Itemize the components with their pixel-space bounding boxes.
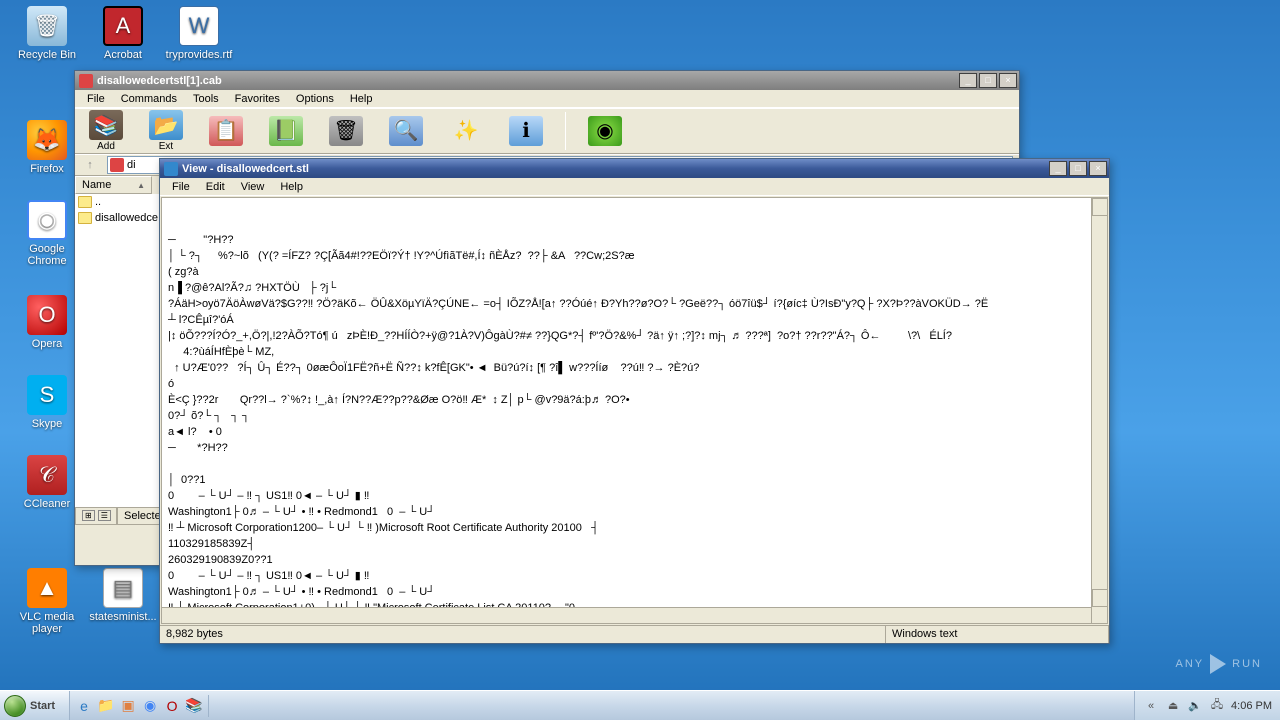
desktop-icon-skype[interactable]: SSkype <box>12 375 82 430</box>
desktop-icon-opera[interactable]: OOpera <box>12 295 82 350</box>
menu-help[interactable]: Help <box>342 91 381 107</box>
archive-icon <box>110 158 124 172</box>
clock[interactable]: 4:06 PM <box>1231 700 1272 712</box>
folder-icon <box>78 212 92 224</box>
tray-safely-remove-icon[interactable]: ⏏ <box>1165 698 1181 714</box>
quicklaunch-explorer[interactable]: 📁 <box>96 695 116 717</box>
opera-icon: O <box>27 295 67 335</box>
test-icon: 📋 <box>209 116 243 146</box>
desktop-icon-acrobat[interactable]: AAcrobat <box>88 6 158 61</box>
taskbar: Start e📁▣◉O📚 « ⏏ 🔈 🖧 4:06 PM <box>0 690 1280 720</box>
tryprovides-rtf-icon: W <box>179 6 219 46</box>
viewer-titlebar[interactable]: View - disallowedcert.stl _ □ × <box>160 159 1109 178</box>
tray-volume-icon[interactable]: 🔈 <box>1187 698 1203 714</box>
up-button[interactable]: ↑ <box>81 156 99 174</box>
toolbar-separator <box>565 112 566 150</box>
desktop-icon-recycle-bin[interactable]: 🗑Recycle Bin <box>12 6 82 61</box>
minimize-button[interactable]: _ <box>1049 161 1067 176</box>
delete-icon: 🗑 <box>329 116 363 146</box>
toolbar-view-button[interactable]: 📗 <box>261 116 311 147</box>
start-orb-icon <box>4 695 26 717</box>
viewer-window: View - disallowedcert.stl _ □ × FileEdit… <box>159 158 1110 644</box>
tray-chevrons-icon[interactable]: « <box>1143 698 1159 714</box>
winrar-toolbar: 📚Add📂Ext 📋 📗 🗑 🔍 ✨ ℹ ◉ <box>75 108 1019 154</box>
quicklaunch-chrome[interactable]: ◉ <box>140 695 160 717</box>
viewer-app-icon <box>164 162 178 176</box>
recycle-bin-icon: 🗑 <box>27 6 67 46</box>
menu-tools[interactable]: Tools <box>185 91 227 107</box>
menu-help[interactable]: Help <box>272 179 311 195</box>
system-tray: « ⏏ 🔈 🖧 4:06 PM <box>1134 691 1280 720</box>
acrobat-icon: A <box>103 6 143 46</box>
extract-icon: 📂 <box>149 110 183 140</box>
vertical-scrollbar[interactable] <box>1091 198 1107 623</box>
col-name[interactable]: Name ▲ <box>75 176 152 194</box>
quicklaunch-opera[interactable]: O <box>162 695 182 717</box>
horizontal-scrollbar[interactable] <box>162 607 1091 623</box>
quicklaunch-winrar[interactable]: 📚 <box>184 695 204 717</box>
viewer-statusbar: 8,982 bytes Windows text <box>160 625 1109 642</box>
tray-network-icon[interactable]: 🖧 <box>1209 698 1225 714</box>
view-icons-button[interactable]: ⊞ <box>82 510 95 521</box>
winrar-menubar: FileCommandsToolsFavoritesOptionsHelp <box>75 90 1019 108</box>
quicklaunch-media[interactable]: ▣ <box>118 695 138 717</box>
close-button[interactable]: × <box>999 73 1017 88</box>
toolbar-test-button[interactable]: 📋 <box>201 116 251 147</box>
add-icon: 📚 <box>89 110 123 140</box>
view-list-button[interactable]: ☰ <box>98 510 111 521</box>
desktop-icon-vlc[interactable]: ▲VLC mediaplayer <box>12 568 82 635</box>
skype-icon: S <box>27 375 67 415</box>
quicklaunch: e📁▣◉O📚 <box>70 695 209 717</box>
vlc-icon: ▲ <box>27 568 67 608</box>
close-button[interactable]: × <box>1089 161 1107 176</box>
menu-view[interactable]: View <box>233 179 273 195</box>
start-button[interactable]: Start <box>0 691 70 720</box>
toolbar-add-button[interactable]: 📚Add <box>81 110 131 152</box>
view-icon: 📗 <box>269 116 303 146</box>
desktop-icon-tryprovides-rtf[interactable]: Wtryprovides.rtf <box>164 6 234 61</box>
toolbar-wizard-button[interactable]: ✨ <box>441 116 491 147</box>
menu-file[interactable]: File <box>79 91 113 107</box>
desktop-icon-google-chrome[interactable]: ◉GoogleChrome <box>12 200 82 267</box>
menu-edit[interactable]: Edit <box>198 179 233 195</box>
statesminist-icon: ▤ <box>103 568 143 608</box>
google-chrome-icon: ◉ <box>27 200 67 240</box>
ccleaner-icon: 𝒞 <box>27 455 67 495</box>
quicklaunch-ie[interactable]: e <box>74 695 94 717</box>
toolbar-info-button[interactable]: ℹ <box>501 116 551 147</box>
menu-commands[interactable]: Commands <box>113 91 185 107</box>
desktop-icon-ccleaner[interactable]: 𝒞CCleaner <box>12 455 82 510</box>
viewer-menubar: FileEditViewHelp <box>160 178 1109 196</box>
menu-options[interactable]: Options <box>288 91 342 107</box>
virusscan-icon: ◉ <box>588 116 622 146</box>
find-icon: 🔍 <box>389 116 423 146</box>
toolbar-extract-button[interactable]: 📂Ext <box>141 110 191 152</box>
folder-icon <box>78 196 92 208</box>
maximize-button[interactable]: □ <box>1069 161 1087 176</box>
maximize-button[interactable]: □ <box>979 73 997 88</box>
winrar-icon <box>79 74 93 88</box>
menu-favorites[interactable]: Favorites <box>227 91 288 107</box>
minimize-button[interactable]: _ <box>959 73 977 88</box>
winrar-titlebar[interactable]: disallowedcertstl[1].cab _ □ × <box>75 71 1019 90</box>
desktop-icon-firefox[interactable]: 🦊Firefox <box>12 120 82 175</box>
watermark: ANYRUN <box>1176 654 1262 674</box>
wizard-icon: ✨ <box>449 116 483 146</box>
desktop-icon-statesminist[interactable]: ▤statesminist... <box>88 568 158 623</box>
toolbar-find-button[interactable]: 🔍 <box>381 116 431 147</box>
viewer-content[interactable]: ─ "?H?? │ └ ?┐ %?~lõ (Y(? =ÍFZ? ?Ç[Ãã4#!… <box>161 197 1108 624</box>
toolbar-virusscan-button[interactable]: ◉ <box>580 116 630 147</box>
toolbar-delete-button[interactable]: 🗑 <box>321 116 371 147</box>
firefox-icon: 🦊 <box>27 120 67 160</box>
menu-file[interactable]: File <box>164 179 198 195</box>
info-icon: ℹ <box>509 116 543 146</box>
